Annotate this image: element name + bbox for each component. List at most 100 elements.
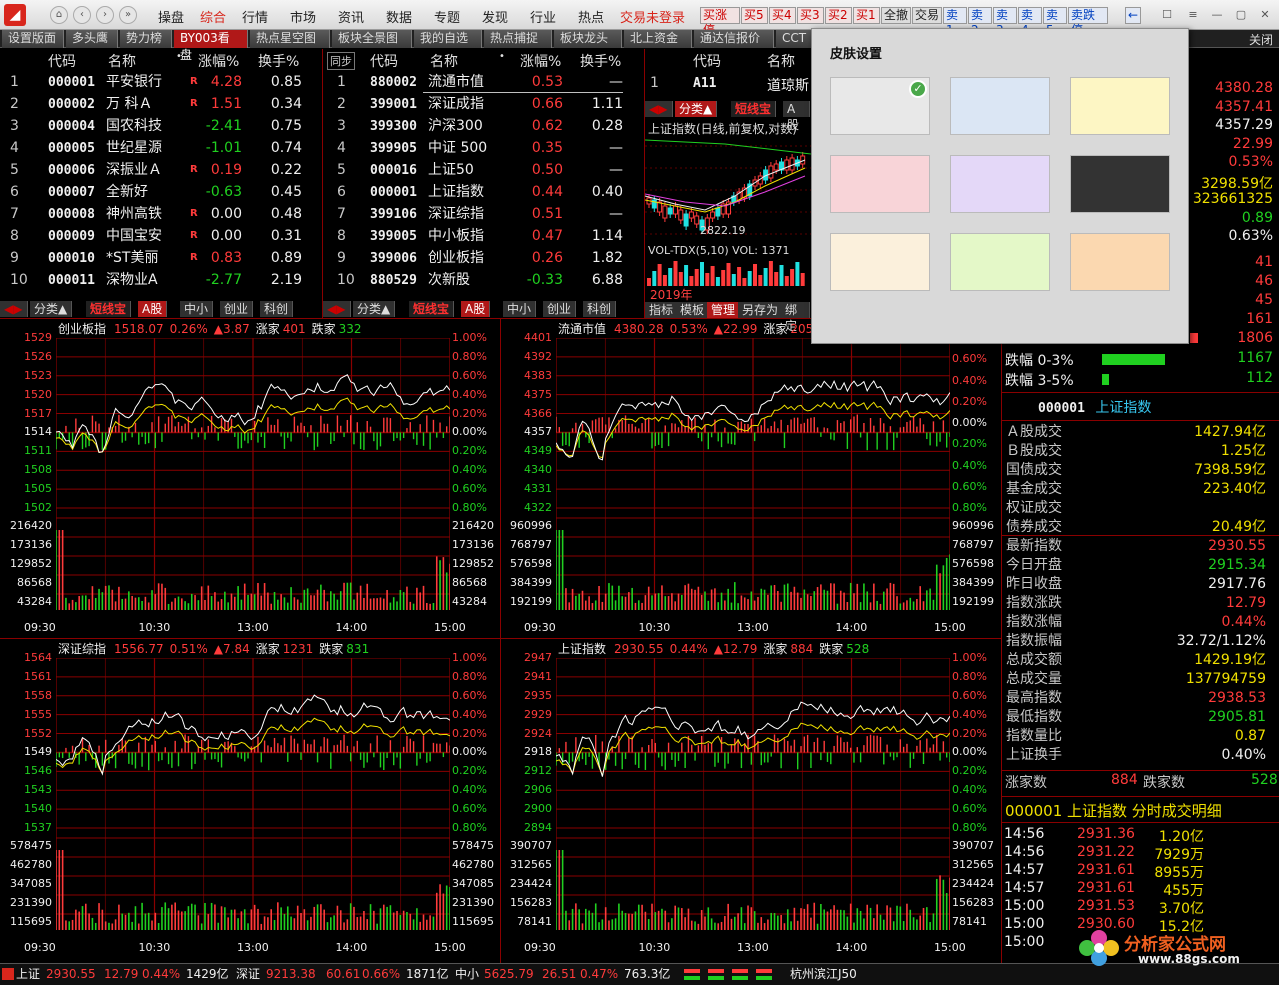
login-status[interactable]: 交易未登录 [620,7,685,26]
tab-a-share[interactable]: A股 [461,301,491,317]
layout-tab[interactable]: 设置版面 [2,30,64,48]
global-code[interactable]: A11 [693,76,716,91]
skin-swatch[interactable] [1070,77,1170,135]
trade-button[interactable]: 买4 [769,7,796,24]
global-name[interactable]: 道琼斯 [767,75,809,95]
server-name[interactable]: 杭州滨江J50 [790,964,857,984]
layout-tab[interactable]: 板块龙头 [554,30,622,48]
trade-button[interactable]: 买2 [825,7,852,24]
kline-volume-chart[interactable] [645,258,811,286]
index-row[interactable]: 4 399905 中证 500 0.35 — [323,137,643,159]
tab-category[interactable]: 分类▲ [353,301,396,317]
intraday-plot[interactable] [56,658,450,958]
tab-chinext[interactable]: 创业 [220,301,254,317]
menu-item[interactable]: 行业 [530,7,556,26]
back-icon[interactable]: ‹ [73,6,91,24]
index-col-change[interactable]: 涨幅% [520,51,561,71]
trade-button[interactable]: 卖跌停 [1068,7,1108,37]
tab-bind[interactable]: 绑定 [781,302,810,333]
menu-item[interactable]: 行情 [242,7,268,26]
layout-tab[interactable]: BY003看盘 [174,30,248,62]
stock-row[interactable]: 6 000007 全新好 -0.63 0.45 [0,181,322,203]
maximize-icon[interactable]: ▢ [1232,6,1250,24]
menu-icon[interactable]: ≡ [1184,6,1202,24]
index-col-name[interactable]: 名称 [430,51,458,71]
menu-item[interactable]: 资讯 [338,7,364,26]
menu-item[interactable]: 数据 [386,7,412,26]
tab-template[interactable]: 模板 [676,302,710,318]
stock-row[interactable]: 5 000006 深振业Ａ R 0.19 0.22 [0,159,322,181]
layout-tab[interactable]: 热点捕捉 [484,30,552,48]
home-icon[interactable]: ⌂ [50,6,68,24]
index-row[interactable]: 9 399006 创业板指 0.26 1.82 [323,247,643,269]
menu-item[interactable]: 发现 [482,7,508,26]
skin-swatch[interactable] [1070,155,1170,213]
menu-item[interactable]: 市场 [290,7,316,26]
intraday-chart-panel[interactable]: 流通市值 4380.28 0.53% ▲22.99 涨家 2058 4401 4392 4383… [500,318,1000,638]
stock-row[interactable]: 4 000005 世纪星源 -1.01 0.74 [0,137,322,159]
index-row[interactable]: 2 399001 深证成指 0.66 1.11 [323,93,643,115]
trade-button[interactable]: 买涨停 [700,7,740,37]
stock-row[interactable]: 2 000002 万 科Ａ R 1.51 0.34 [0,93,322,115]
index-row[interactable]: 6 000001 上证指数 0.44 0.40 [323,181,643,203]
layout-tab[interactable]: 通达信报价 [694,30,774,48]
index-col-code[interactable]: 代码 [370,51,398,71]
menu-item[interactable]: 热点 [578,7,604,26]
global-col-code[interactable]: 代码 [693,51,721,71]
stock-row[interactable]: 1 000001 平安银行 R 4.28 0.85 [0,71,322,93]
trade-button[interactable]: 卖4 [1018,7,1042,37]
tab-shortline[interactable]: 短线宝 [409,301,455,317]
stock-col-change[interactable]: 涨幅% [198,51,239,71]
trade-button[interactable]: 买5 [741,7,768,24]
intraday-plot[interactable] [556,658,950,958]
tab-a-share[interactable]: A股 [783,101,810,132]
tab-shortline[interactable]: 短线宝 [86,301,132,317]
trade-button[interactable]: 买1 [853,7,880,24]
layout-tab[interactable]: 我的自选 [414,30,482,48]
index-row[interactable]: 7 399106 深证综指 0.51 — [323,203,643,225]
index-row[interactable]: 5 000016 上证50 0.50 — [323,159,643,181]
skin-swatch[interactable]: ✓ [830,77,930,135]
tab-sme[interactable]: 中小 [180,301,214,317]
trade-button[interactable]: 卖3 [993,7,1017,37]
tick-detail-title-text[interactable]: 000001 上证指数 分时成交明细 [1005,802,1222,820]
skin-swatch[interactable] [830,233,930,291]
tab-sme[interactable]: 中小 [503,301,537,317]
more-icon[interactable]: » [119,6,137,24]
global-col-name[interactable]: 名称 [767,51,795,71]
minimize-icon[interactable]: — [1208,6,1226,24]
index-row[interactable]: 1 880002 流通市值 0.53 — [323,71,643,93]
close-layout-link[interactable]: 关闭 [1249,31,1273,48]
scroll-arrows[interactable]: ◀▶ [645,101,673,117]
intraday-plot[interactable] [56,338,450,638]
skin-swatch[interactable] [950,77,1050,135]
trade-button[interactable]: 买3 [797,7,824,24]
tab-star[interactable]: 科创 [583,301,617,317]
zx-name[interactable]: 中小 [455,964,479,984]
stock-row[interactable]: 8 000009 中国宝安 R 0.00 0.31 [0,225,322,247]
tab-star[interactable]: 科创 [260,301,294,317]
intraday-chart-panel[interactable]: 创业板指 1518.07 0.26% ▲3.87 涨家 401 跌家 332 1529 1526 1… [0,318,500,638]
stock-col-code[interactable]: 代码 [48,51,76,71]
layout-tab[interactable]: 热点星空图 [250,30,330,48]
menu-item[interactable]: 操盘 [158,7,184,26]
stock-col-name[interactable]: 名称 [108,51,136,71]
trade-button[interactable]: 全撤 [881,7,911,24]
layout-tab[interactable]: 北上资金 [624,30,692,48]
layout-tab[interactable]: CCT [776,30,816,48]
intraday-chart-panel[interactable]: 深证综指 1556.77 0.51% ▲7.84 涨家 1231 跌家 831 1564 1561… [0,638,500,958]
trade-button[interactable]: 卖1 [943,7,967,37]
layout-tab[interactable]: 多头鹰 [66,30,118,48]
tab-indicator[interactable]: 指标 [645,302,679,318]
index-info-name[interactable]: 上证指数 [1095,400,1151,416]
tab-a-share[interactable]: A股 [138,301,168,317]
stock-row[interactable]: 3 000004 国农科技 -2.41 0.75 [0,115,322,137]
index-row[interactable]: 8 399005 中小板指 0.47 1.14 [323,225,643,247]
tab-category[interactable]: 分类▲ [30,301,73,317]
layout-tab[interactable]: 势力榜 [120,30,172,48]
stock-row[interactable]: 7 000008 神州高铁 R 0.00 0.48 [0,203,322,225]
trade-button[interactable]: 卖5 [1043,7,1067,37]
index-row[interactable]: 10 880529 次新股 -0.33 6.88 [323,269,643,291]
scroll-arrows[interactable]: ◀▶ [0,301,28,317]
index-col-turnover[interactable]: 换手% [580,51,621,71]
